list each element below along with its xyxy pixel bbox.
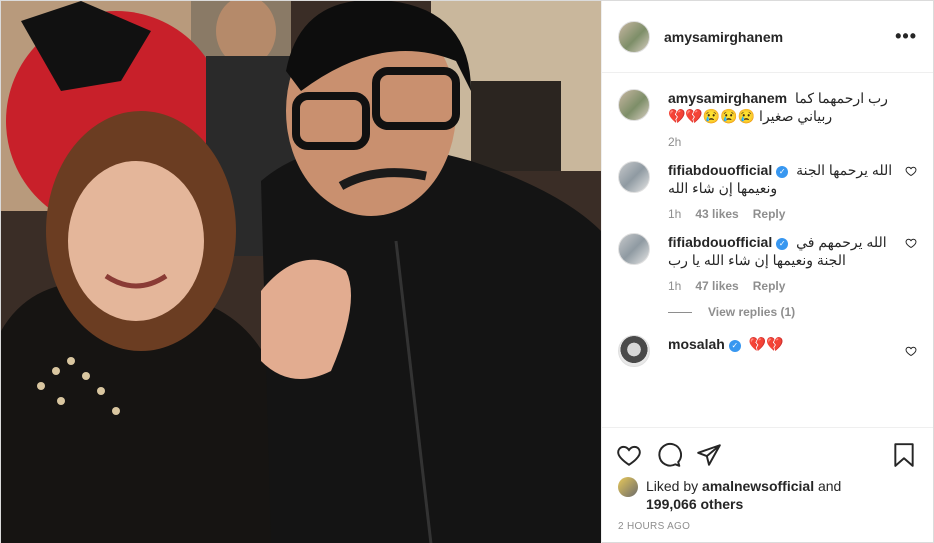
liked-by-and: and [817,478,842,494]
more-options-icon[interactable]: ••• [895,26,917,47]
comment-heart-icon[interactable] [905,237,917,249]
author-username[interactable]: amysamirghanem [664,29,783,45]
comment-time[interactable]: 1h [668,207,681,221]
liked-by-user[interactable]: amalnewsofficial [702,478,814,494]
comment-text: 💔💔 [748,336,784,352]
verified-badge-icon: ✓ [776,238,789,250]
comment-item: fifiabdouofficial ✓ الله يرحمها الجنة ونع… [618,161,917,221]
post-header: amysamirghanem ••• [602,1,933,73]
liked-by-section: Liked by amalnewsofficial and 199,066 ot… [602,473,933,513]
liker-avatar[interactable] [618,477,638,497]
comment-time[interactable]: 2h [668,135,681,149]
bookmark-icon[interactable] [891,442,917,468]
view-replies-button[interactable]: View replies (1) [668,305,917,319]
comment-item: fifiabdouofficial ✓ الله يرحمهم في الجنة … [618,233,917,293]
comment-avatar[interactable] [618,335,650,367]
comment-likes[interactable]: 47 likes [695,279,738,293]
comment-avatar[interactable] [618,233,650,265]
liked-by-prefix: Liked by [646,478,699,494]
post-photo[interactable] [1,1,601,543]
comment-heart-icon[interactable] [905,345,917,357]
comment-username[interactable]: fifiabdouofficial [668,162,772,178]
comment-username[interactable]: mosalah [668,336,725,352]
comment-likes[interactable]: 43 likes [695,207,738,221]
comment-heart-icon[interactable] [905,165,917,177]
caption-comment: amysamirghanem رب ارحمهما كما ربياني صغي… [618,89,917,149]
comments-list: amysamirghanem رب ارحمهما كما ربياني صغي… [602,73,933,427]
share-icon[interactable] [696,442,722,468]
instagram-post: amysamirghanem ••• amysamirghanem رب ارح… [0,0,934,543]
comment-icon[interactable] [656,442,682,468]
verified-badge-icon: ✓ [776,166,789,178]
author-avatar[interactable] [618,20,650,53]
post-timestamp[interactable]: 2 hours ago [602,513,933,543]
comment-avatar[interactable] [618,89,650,121]
post-photo-illustration [1,1,601,543]
comment-item: mosalah ✓ 💔💔 [618,335,917,367]
replies-divider [668,311,692,313]
reply-button[interactable]: Reply [753,207,786,221]
likes-count[interactable]: 199,066 others [646,496,743,512]
reply-button[interactable]: Reply [753,279,786,293]
comment-username[interactable]: amysamirghanem [668,90,787,106]
heart-icon[interactable] [616,442,642,468]
post-sidebar: amysamirghanem ••• amysamirghanem رب ارح… [601,1,933,543]
comment-time[interactable]: 1h [668,279,681,293]
view-replies-label: View replies (1) [708,305,796,319]
action-bar [602,427,933,473]
comment-avatar[interactable] [618,161,650,193]
comment-username[interactable]: fifiabdouofficial [668,234,772,250]
verified-badge-icon: ✓ [728,340,741,352]
